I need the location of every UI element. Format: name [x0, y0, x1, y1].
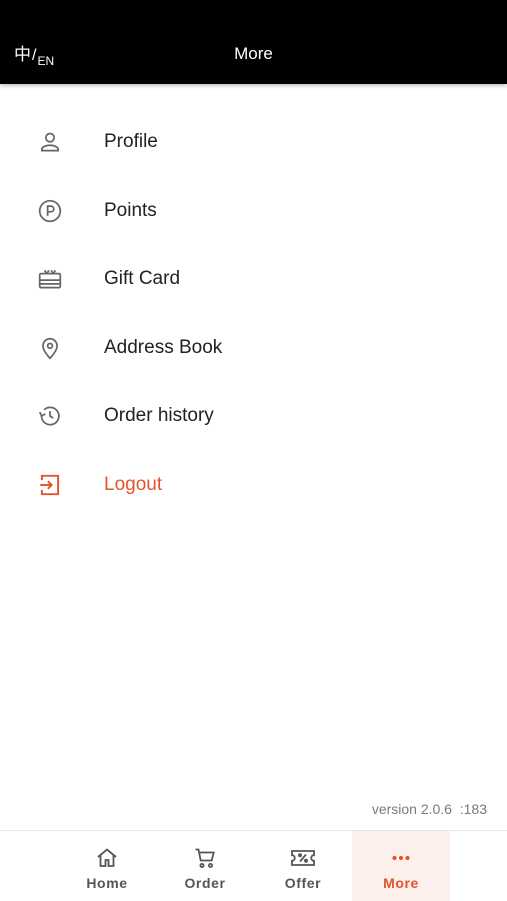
- menu-item-label: Profile: [104, 131, 158, 153]
- menu-item-label: Order history: [104, 405, 214, 427]
- bottom-tab-bar: Home Order Offer More: [0, 830, 507, 901]
- tab-label: More: [383, 875, 419, 891]
- more-menu: Profile Points Gift Card Address Book Or…: [0, 108, 507, 519]
- menu-item-logout[interactable]: Logout: [0, 451, 507, 520]
- menu-item-address-book[interactable]: Address Book: [0, 314, 507, 383]
- cart-icon: [192, 845, 218, 871]
- menu-item-order-history[interactable]: Order history: [0, 382, 507, 451]
- tab-more[interactable]: More: [352, 831, 450, 901]
- tab-order[interactable]: Order: [156, 831, 254, 901]
- tab-label: Offer: [284, 875, 322, 891]
- menu-item-points[interactable]: Points: [0, 177, 507, 246]
- tab-offer[interactable]: Offer: [254, 831, 352, 901]
- points-p-icon: [36, 197, 64, 225]
- menu-item-gift-card[interactable]: Gift Card: [0, 245, 507, 314]
- page-title: More: [234, 44, 273, 63]
- tab-label: Order: [184, 875, 226, 891]
- gift-card-icon: [36, 265, 64, 293]
- menu-item-label: Logout: [104, 473, 163, 495]
- coupon-icon: [289, 845, 317, 871]
- logout-icon: [36, 471, 64, 499]
- person-icon: [36, 128, 64, 156]
- menu-item-label: Address Book: [104, 336, 223, 358]
- top-app-bar: 中/EN More: [0, 0, 507, 84]
- location-pin-icon: [36, 334, 64, 362]
- tab-label: Home: [86, 875, 128, 891]
- home-icon: [94, 845, 120, 871]
- tab-home[interactable]: Home: [58, 831, 156, 901]
- more-dots-icon: [388, 845, 414, 871]
- menu-item-label: Points: [104, 199, 157, 221]
- menu-item-label: Gift Card: [104, 268, 181, 290]
- menu-item-profile[interactable]: Profile: [0, 108, 507, 177]
- history-icon: [36, 402, 64, 430]
- version-label: version 2.0.6 :183: [371, 801, 487, 817]
